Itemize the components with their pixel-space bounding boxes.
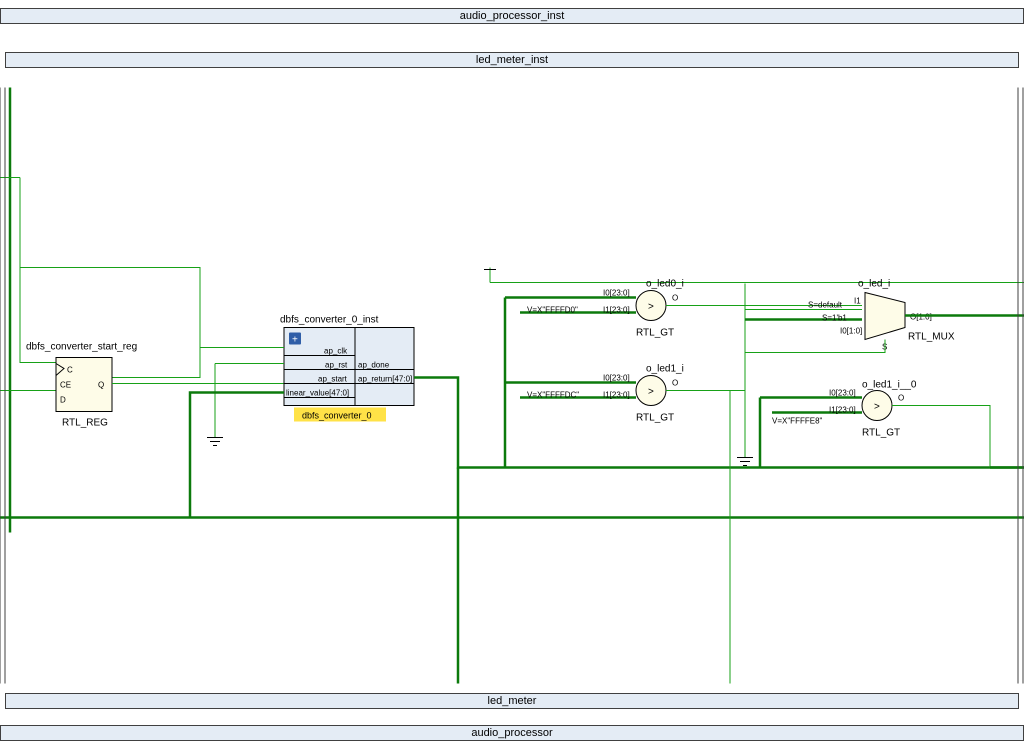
gt-symbol: > [874,402,880,413]
hierarchy-header-top[interactable]: audio_processor_inst [0,8,1024,24]
block-dbfs-converter-0-inst[interactable]: + ap_clk ap_rst ap_start linear_value[47… [284,328,414,406]
type-label-mux: RTL_MUX [908,332,955,343]
const-gt1: V=X"FFFFDC" [527,391,579,400]
pin-gt2-o: O [898,394,904,403]
bus-wire [190,393,284,518]
pin-gt0-o: O [672,294,678,303]
net-wire [745,340,885,353]
ground-icon [737,458,753,466]
pin-ap-return: ap_return[47:0] [358,375,412,384]
pin-gt1-i1: I1[23:0] [603,391,630,400]
expand-icon-glyph: + [292,335,298,346]
pin-ap-done: ap_done [358,361,390,370]
mux-i1: I1 [854,297,861,306]
pin-gt0-i0: I0[23:0] [603,289,630,298]
pin-gt1-i0: I0[23:0] [603,374,630,383]
hierarchy-footer-mid[interactable]: led_meter [5,693,1019,709]
ground-icon [207,438,223,446]
mux-i0: I0[1:0] [840,327,862,336]
const-gt2: V=X"FFFFE8" [772,417,823,426]
pin-d: D [60,396,66,405]
pin-gt2-i0: I0[23:0] [829,389,856,398]
pin-c: C [67,366,73,375]
mux-sdefault: S=default [808,301,843,310]
type-label-reg: RTL_REG [62,418,108,429]
pin-q: Q [98,381,104,390]
block-rtl-mux[interactable] [865,293,905,340]
pin-ce: CE [60,381,71,390]
block-dbfs-converter-start-reg[interactable]: C CE D Q [56,358,112,412]
inst-label-gt0: o_led0_i [646,279,684,290]
pin-ap-clk: ap_clk [324,347,348,356]
type-label-conv: dbfs_converter_0 [302,411,372,421]
schematic-canvas[interactable]: C CE D Q dbfs_converter_start_reg RTL_RE… [0,77,1024,694]
pin-gt0-i1: I1[23:0] [603,306,630,315]
pin-ap-start: ap_start [318,375,348,384]
hierarchy-header-mid[interactable]: led_meter_inst [5,52,1019,68]
pin-gt1-o: O [672,379,678,388]
net-wire [666,391,730,684]
mux-o: O[1:0] [910,313,932,322]
inst-label-gt2: o_led1_i__0 [862,380,917,391]
pin-linear-value: linear_value[47:0] [286,389,349,398]
type-label-gt2: RTL_GT [862,428,900,439]
pin-ap-rst: ap_rst [325,361,348,370]
type-label-gt1: RTL_GT [636,413,674,424]
net-wire [892,406,990,468]
mux-s1: S=1'b1 [822,314,847,323]
type-label-gt0: RTL_GT [636,328,674,339]
inst-label-gt1: o_led1_i [646,364,684,375]
const-gt0: V=X"FFFFD0" [527,306,578,315]
inst-label-reg: dbfs_converter_start_reg [26,342,137,353]
schematic-svg[interactable]: C CE D Q dbfs_converter_start_reg RTL_RE… [0,77,1024,694]
gt-symbol: > [648,387,654,398]
inst-label-conv: dbfs_converter_0_inst [280,315,379,326]
pin-gt2-i1: I1[23:0] [829,406,856,415]
gt-symbol: > [648,302,654,313]
hierarchy-footer-top[interactable]: audio_processor [0,725,1024,741]
inst-label-mux: o_led_i [858,279,890,290]
